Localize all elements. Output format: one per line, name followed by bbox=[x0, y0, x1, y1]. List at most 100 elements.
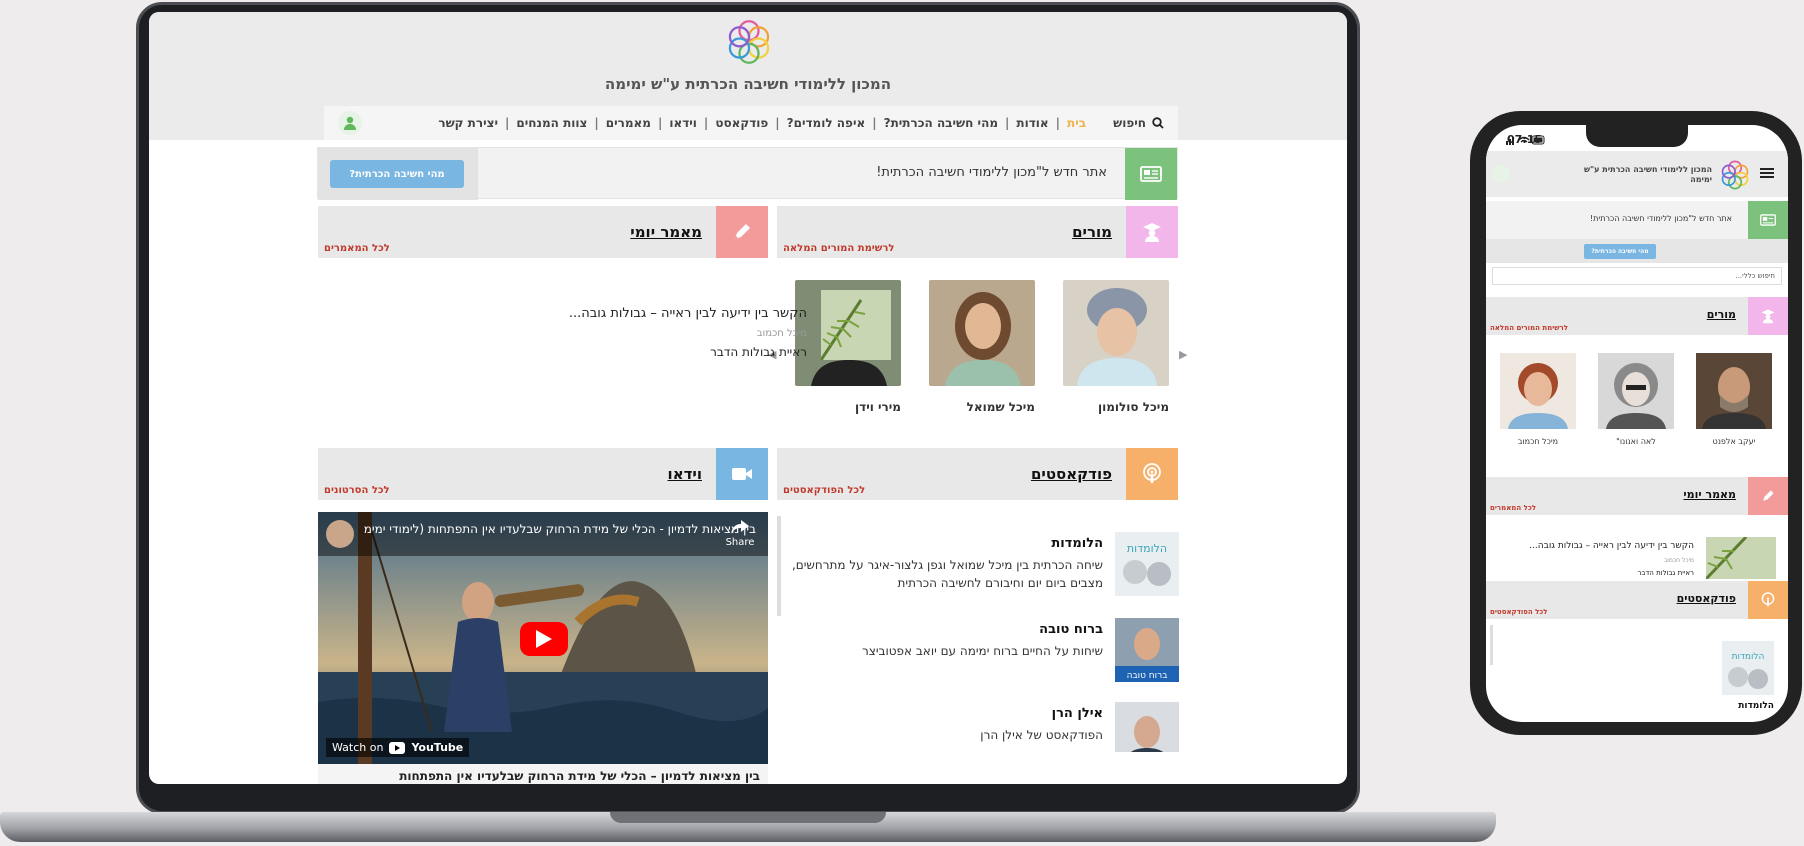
carousel-next-arrow-icon[interactable]: ▶ bbox=[1179, 348, 1187, 361]
phone-articles-header: מאמר יומי לכל המאמרים bbox=[1486, 477, 1788, 515]
video-caption[interactable]: בין מציאות לדמיון – הכלי של מידת הרחוק ש… bbox=[318, 764, 768, 784]
phone-teacher-card[interactable]: לאה ואנונו" bbox=[1598, 353, 1674, 446]
phone-podcasts-more-link[interactable]: לכל הפודקאסטים bbox=[1490, 608, 1548, 616]
phone-teachers-header: מורים לרשימת המורים המלאה bbox=[1486, 297, 1788, 335]
phone-podcasts-scrollbar[interactable] bbox=[1490, 625, 1493, 665]
phone-what-is-button[interactable]: מהי חשיבה הכרתית? bbox=[1584, 244, 1656, 259]
nav-separator: | bbox=[505, 116, 510, 130]
phone-articles-icon-box bbox=[1748, 477, 1788, 515]
phone-teacher-photo bbox=[1696, 353, 1772, 429]
nav-item-what-is[interactable]: מהי חשיבה הכרתית? bbox=[877, 116, 1005, 130]
phone-articles-title[interactable]: מאמר יומי bbox=[1683, 488, 1736, 501]
phone-podcast-name: הלומדות bbox=[1738, 701, 1774, 711]
podcast-thumbnail bbox=[1115, 702, 1179, 752]
youtube-logo-icon bbox=[389, 741, 406, 754]
watch-on-youtube[interactable]: Watch on YouTube bbox=[326, 738, 470, 757]
podcast-thumb-text: הלומדות bbox=[1127, 542, 1167, 555]
video-title[interactable]: וידאו bbox=[668, 465, 702, 483]
nav-separator: | bbox=[657, 116, 663, 130]
nav-item-articles[interactable]: מאמרים bbox=[599, 116, 658, 130]
nav-item-where-learn[interactable]: איפה לומדים? bbox=[780, 116, 873, 130]
graduation-teacher-icon bbox=[1143, 223, 1161, 242]
nav-search-label: חיפוש bbox=[1113, 116, 1146, 130]
announcement-banner: אתר חדש ל"מכון ללימודי חשיבה הכרתית! מהי… bbox=[317, 147, 1178, 200]
phone-teacher-photo bbox=[1598, 353, 1674, 429]
nav-separator: | bbox=[872, 116, 877, 130]
phone-banner-icon-box bbox=[1748, 201, 1788, 239]
video-embed-title[interactable]: בין מציאות לדמיון - הכלי של מידת הרחוק ש… bbox=[364, 522, 756, 536]
phone-screen: 07:15 המכון ללימודי חשיבה הכרתית ע"ש ימי… bbox=[1486, 125, 1788, 722]
phone-teachers-title[interactable]: מורים bbox=[1707, 308, 1736, 321]
nav-item-video[interactable]: וידאו bbox=[662, 116, 704, 130]
nav-search[interactable]: חיפוש bbox=[1113, 116, 1164, 130]
podcast-item[interactable]: אילן הרן הפודקאסט של אילן הרן bbox=[777, 702, 1179, 752]
phone-teacher-card[interactable]: מיכל חכמוב bbox=[1500, 353, 1576, 446]
phone-search-row: חיפוש כללי... bbox=[1486, 267, 1788, 287]
article-title[interactable]: הקשר בין ידיעה לבין ראייה – גבולות גובה.… bbox=[569, 306, 807, 321]
phone-articles-more-link[interactable]: לכל המאמרים bbox=[1490, 504, 1536, 512]
articles-icon-box bbox=[716, 206, 768, 258]
video-embed[interactable]: בין מציאות לדמיון - הכלי של מידת הרחוק ש… bbox=[318, 512, 768, 764]
phone-button-row: מהי חשיבה הכרתית? bbox=[1486, 239, 1788, 263]
podcasts-list: הלומדות הלומדות שיחה הכרתית בין מיכל שמו… bbox=[777, 516, 1179, 752]
play-button[interactable] bbox=[520, 622, 568, 656]
phone-search-input[interactable]: חיפוש כללי... bbox=[1492, 267, 1782, 285]
share-label: Share bbox=[725, 537, 755, 548]
article-author: מיכל חכמוב bbox=[756, 328, 807, 339]
channel-avatar[interactable] bbox=[326, 520, 354, 548]
nav-item-home[interactable]: בית bbox=[1060, 116, 1093, 130]
nav-item-podcast[interactable]: פודקאסט bbox=[708, 116, 775, 130]
phone-article-subtitle: ראיית גבולות הדבר bbox=[1637, 569, 1694, 577]
teacher-name: מירי וידן bbox=[855, 400, 901, 414]
site-title: המכון ללימודי חשיבה הכרתית ע"ש ימימה bbox=[604, 75, 892, 93]
hamburger-menu-icon[interactable] bbox=[1760, 167, 1774, 179]
podcast-description: שיחה הכרתית בין מיכל שמואל וגפן גלצור-אי… bbox=[791, 558, 1103, 590]
teacher-photo bbox=[1063, 280, 1169, 386]
teacher-card[interactable]: מיכל סולומון bbox=[1063, 280, 1169, 414]
nav-separator: | bbox=[1005, 116, 1010, 130]
phone-teachers-more-link[interactable]: לרשימת המורים המלאה bbox=[1490, 324, 1568, 332]
banner-news-icon-box bbox=[1125, 148, 1177, 200]
phone-podcast-thumb-text: הלומדות bbox=[1732, 652, 1765, 662]
podcast-thumbnail: ברוח טובה bbox=[1115, 618, 1179, 682]
podcast-item[interactable]: ברוח טובה ברוח טובה שיחות על החיים ברוח … bbox=[777, 618, 1179, 684]
phone-podcast-item[interactable]: הלומדות הלומדות bbox=[1486, 625, 1788, 715]
main-nav: חיפוש בית | אודות | מהי חשיבה הכרתית? | איפ… bbox=[324, 106, 1178, 140]
teacher-photo bbox=[929, 280, 1035, 386]
user-account-icon[interactable] bbox=[338, 111, 362, 135]
share-button[interactable]: Share bbox=[720, 520, 760, 548]
teacher-card[interactable]: מיכל שמואל bbox=[929, 280, 1035, 414]
nav-separator: | bbox=[703, 116, 709, 130]
phone-article-card[interactable]: הקשר בין ידיעה לבין ראייה – גבולות גובה.… bbox=[1486, 537, 1788, 579]
video-more-link[interactable]: לכל הסרטונים bbox=[324, 485, 390, 496]
phone-teacher-name: יעקב אלפנט bbox=[1712, 437, 1756, 446]
nav-item-team[interactable]: צוות המנחים bbox=[509, 116, 594, 130]
banner-text: אתר חדש ל"מכון ללימודי חשיבה הכרתית! bbox=[876, 165, 1107, 180]
podcast-item[interactable]: הלומדות הלומדות שיחה הכרתית בין מיכל שמו… bbox=[777, 532, 1179, 598]
what-is-button[interactable]: מהי חשיבה הכרתית? bbox=[330, 160, 464, 188]
phone-user-icon[interactable] bbox=[1492, 165, 1510, 183]
phone-article-title[interactable]: הקשר בין ידיעה לבין ראייה – גבולות גובה.… bbox=[1529, 541, 1694, 551]
nav-separator: | bbox=[1055, 116, 1061, 130]
article-card[interactable]: הקשר בין ידיעה לבין ראייה – גבולות גובה.… bbox=[449, 290, 891, 362]
video-camera-icon bbox=[732, 468, 752, 480]
phone-site-logo-icon[interactable] bbox=[1718, 158, 1752, 192]
teachers-more-link[interactable]: לרשימת המורים המלאה bbox=[783, 243, 894, 254]
phone-podcast-thumbnail: הלומדות bbox=[1722, 641, 1774, 695]
teachers-title[interactable]: מורים bbox=[1072, 223, 1112, 241]
nav-item-about[interactable]: אודות bbox=[1009, 116, 1055, 130]
youtube-label: YouTube bbox=[411, 741, 464, 754]
site-logo-icon[interactable] bbox=[723, 16, 775, 68]
podcasts-more-link[interactable]: לכל הפודקאסטים bbox=[783, 485, 865, 496]
nav-item-contact[interactable]: יצירת קשר bbox=[431, 116, 505, 130]
phone-teacher-card[interactable]: יעקב אלפנט bbox=[1696, 353, 1772, 446]
articles-more-link[interactable]: לכל המאמרים bbox=[324, 243, 390, 254]
articles-title[interactable]: מאמר יומי bbox=[630, 223, 702, 241]
play-icon bbox=[536, 630, 552, 648]
phone-podcasts-title[interactable]: פודקאסטים bbox=[1677, 592, 1736, 605]
podcasts-section-header: פודקאסטים לכל הפודקאסטים bbox=[777, 448, 1178, 500]
phone-header: המכון ללימודי חשיבה הכרתית ע"ש ימימה bbox=[1486, 151, 1788, 197]
podcasts-icon-box bbox=[1126, 448, 1178, 500]
article-subtitle: ראיית גבולות הדבר bbox=[710, 345, 807, 359]
podcasts-title[interactable]: פודקאסטים bbox=[1031, 465, 1112, 483]
